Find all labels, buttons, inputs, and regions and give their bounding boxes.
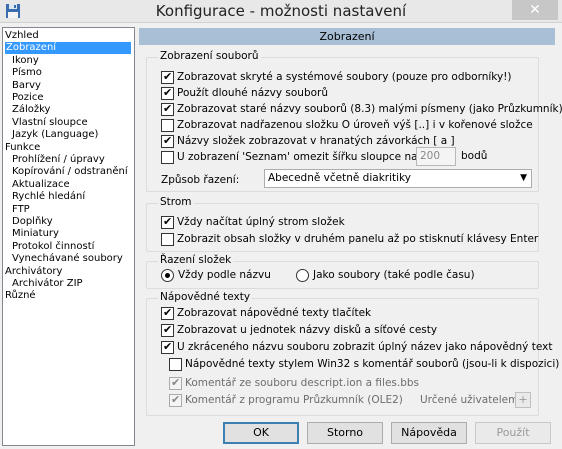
option-label: U zkráceného názvu souboru zobrazit úpln… bbox=[177, 341, 553, 353]
radio-button[interactable] bbox=[296, 268, 309, 282]
window-title: Konfigurace - možnosti nastavení bbox=[155, 2, 407, 20]
tree-item[interactable]: Barvy bbox=[12, 80, 41, 92]
opt-full-tree[interactable]: Vždy načítat úplný strom složek bbox=[161, 215, 345, 229]
opt-explorer-comment[interactable]: Komentář z programu Průzkumník (OLE2) bbox=[169, 393, 403, 407]
tree-item[interactable]: Kopírování / odstranění bbox=[12, 166, 128, 178]
checkbox[interactable] bbox=[161, 323, 174, 337]
opt-folder-brackets[interactable]: Názvy složek zobrazovat v hranatých závo… bbox=[161, 134, 455, 148]
option-label: Vždy načítat úplný strom složek bbox=[177, 216, 345, 228]
option-label: Nápovědné texty stylem Win32 s komentář … bbox=[185, 358, 560, 370]
tree-item[interactable]: Miniatury bbox=[12, 228, 59, 240]
add-user-defined-button[interactable]: + bbox=[515, 392, 531, 408]
tree-item[interactable]: Vzhled bbox=[5, 30, 39, 42]
apply-button[interactable]: Použít bbox=[475, 422, 551, 444]
checkbox[interactable] bbox=[161, 150, 174, 164]
option-label: Názvy složek zobrazovat v hranatých závo… bbox=[177, 135, 455, 147]
radio-label: Jako soubory (také podle času) bbox=[313, 269, 475, 281]
title-bar: Konfigurace - možnosti nastavení ✕ bbox=[0, 0, 562, 23]
radio-button[interactable] bbox=[161, 268, 174, 282]
checkbox[interactable] bbox=[161, 232, 174, 246]
option-label: Zobrazovat u jednotek názvy disků a síťo… bbox=[177, 324, 438, 336]
checkbox[interactable] bbox=[169, 393, 182, 407]
column-width-input[interactable]: 200 bbox=[416, 147, 456, 166]
tree-item[interactable]: Zobrazení bbox=[5, 42, 131, 55]
tree-item[interactable]: Jazyk (Language) bbox=[12, 129, 98, 141]
tree-item[interactable]: Písmo bbox=[12, 67, 42, 79]
radio-like-files[interactable]: Jako soubory (také podle času) bbox=[296, 268, 475, 282]
tree-item[interactable]: Archivátor ZIP bbox=[12, 278, 83, 290]
close-button[interactable]: ✕ bbox=[512, 0, 558, 20]
opt-descript-comment[interactable]: Komentář ze souboru descript.ion a files… bbox=[169, 376, 419, 390]
checkbox[interactable] bbox=[161, 215, 174, 229]
user-defined-label: Určené uživatelem: bbox=[420, 394, 522, 406]
opt-button-tooltips[interactable]: Zobrazovat nápovědné texty tlačítek bbox=[161, 306, 371, 320]
cancel-button[interactable]: Storno bbox=[307, 422, 383, 444]
checkbox[interactable] bbox=[161, 340, 174, 354]
folder-sort-group-title: Řazení složek bbox=[158, 254, 234, 266]
tree-item[interactable]: Vlastní sloupce bbox=[12, 117, 88, 129]
sort-select[interactable]: Abecedně včetně diakritiky ▼ bbox=[264, 169, 532, 188]
opt-old-names-lowercase[interactable]: Zobrazovat staré názvy souborů (8.3) mal… bbox=[161, 102, 562, 116]
sort-label: Způsob řazení: bbox=[161, 174, 240, 186]
opt-drive-names[interactable]: Zobrazovat u jednotek názvy disků a síťo… bbox=[161, 323, 437, 337]
checkbox[interactable] bbox=[161, 102, 174, 116]
option-label: Zobrazit obsah složky v druhém panelu až… bbox=[177, 233, 539, 245]
tree-item[interactable]: Prohlížení / úpravy bbox=[12, 154, 105, 166]
option-label: Zobrazovat skryté a systémové soubory (p… bbox=[177, 71, 512, 83]
opt-win32-tooltips[interactable]: Nápovědné texty stylem Win32 s komentář … bbox=[169, 357, 559, 371]
ok-button[interactable]: OK bbox=[223, 422, 299, 444]
option-label: Zobrazovat nápovědné texty tlačítek bbox=[177, 307, 372, 319]
tree-item[interactable]: Záložky bbox=[12, 104, 50, 116]
tree-group-title: Strom bbox=[158, 196, 194, 208]
checkbox[interactable] bbox=[161, 134, 174, 148]
checkbox[interactable] bbox=[169, 376, 182, 390]
tree-item[interactable]: Aktualizace bbox=[12, 179, 70, 191]
opt-show-hidden[interactable]: Zobrazovat skryté a systémové soubory (p… bbox=[161, 70, 512, 84]
option-label: Zobrazovat staré názvy souborů (8.3) mal… bbox=[177, 103, 562, 115]
radio-by-name[interactable]: Vždy podle názvu bbox=[161, 268, 271, 282]
option-label: Komentář z programu Průzkumník (OLE2) bbox=[185, 394, 403, 406]
radio-label: Vždy podle názvu bbox=[178, 269, 271, 281]
tree-item[interactable]: Funkce bbox=[5, 142, 40, 154]
opt-parent-folder[interactable]: Zobrazovat nadřazenou složku O úroveň vý… bbox=[161, 118, 533, 132]
option-label: Komentář ze souboru descript.ion a files… bbox=[185, 377, 420, 389]
tree-item[interactable]: Archivátory bbox=[5, 266, 62, 278]
tree-item[interactable]: Vynechávané soubory bbox=[12, 253, 123, 265]
help-button[interactable]: Nápověda bbox=[391, 422, 467, 444]
checkbox[interactable] bbox=[169, 357, 182, 371]
tree-item[interactable]: Rychlé hledání bbox=[12, 191, 85, 203]
settings-tree[interactable]: Vzhled Zobrazení Ikony Písmo Barvy Pozice Zálo… bbox=[2, 27, 135, 446]
tree-item[interactable]: Různé bbox=[5, 290, 36, 302]
page-title: Zobrazení bbox=[139, 28, 555, 45]
tree-item[interactable]: Doplňky bbox=[12, 216, 53, 228]
tree-item[interactable]: Protokol činností bbox=[12, 241, 94, 253]
tooltips-group-title: Nápovědné texty bbox=[158, 291, 253, 303]
option-label: Zobrazovat nadřazenou složku O úroveň vý… bbox=[177, 119, 533, 131]
chevron-down-icon: ▼ bbox=[520, 173, 527, 183]
tree-item[interactable]: Ikony bbox=[12, 55, 39, 67]
checkbox[interactable] bbox=[161, 306, 174, 320]
opt-full-name-tooltip[interactable]: U zkráceného názvu souboru zobrazit úpln… bbox=[161, 340, 552, 354]
checkbox[interactable] bbox=[161, 86, 174, 100]
display-files-group-title: Zobrazení souborů bbox=[158, 50, 261, 62]
tree-item[interactable]: Pozice bbox=[12, 92, 43, 104]
checkbox[interactable] bbox=[161, 70, 174, 84]
config-window: Konfigurace - možnosti nastavení ✕ Vzhle… bbox=[0, 0, 562, 449]
sort-select-value: Abecedně včetně diakritiky bbox=[268, 172, 411, 184]
opt-enter-to-show[interactable]: Zobrazit obsah složky v druhém panelu až… bbox=[161, 232, 538, 246]
opt-limit-column-width[interactable]: U zobrazení 'Seznam' omezit šířku sloupc… bbox=[161, 150, 421, 164]
option-label: Použít dlouhé názvy souborů bbox=[177, 87, 329, 99]
column-width-unit: bodů bbox=[461, 150, 488, 162]
opt-long-names[interactable]: Použít dlouhé názvy souborů bbox=[161, 86, 328, 100]
tree-item[interactable]: FTP bbox=[12, 204, 30, 216]
checkbox[interactable] bbox=[161, 118, 174, 132]
option-label: U zobrazení 'Seznam' omezit šířku sloupc… bbox=[177, 151, 422, 163]
